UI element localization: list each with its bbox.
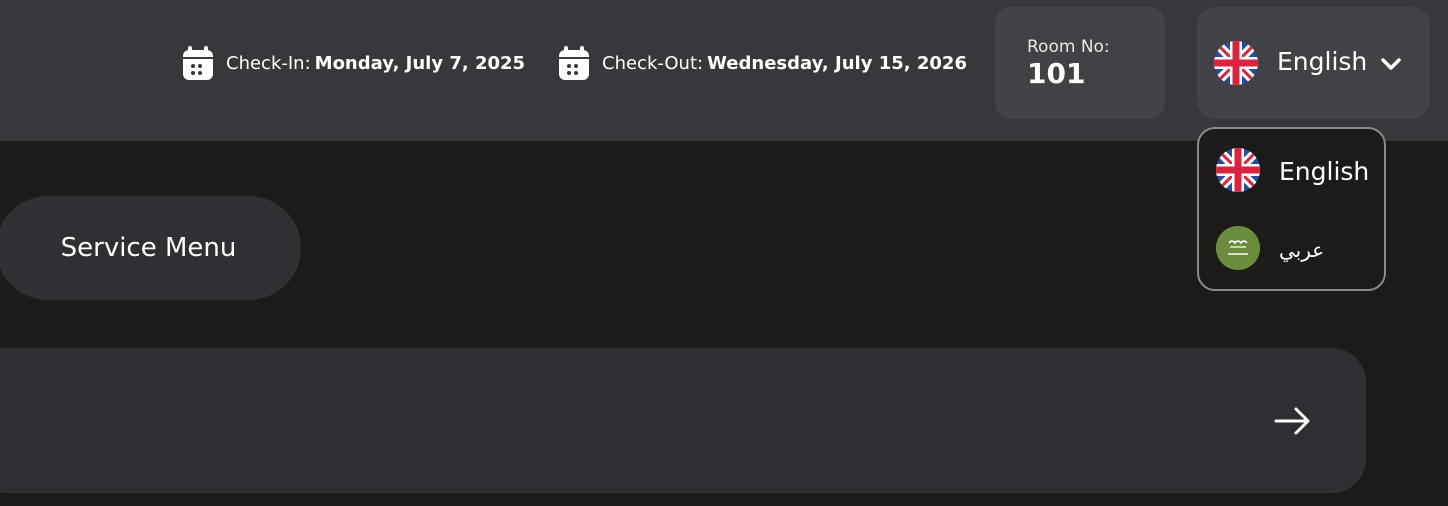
checkout-date: Wednesday, July 15, 2026 xyxy=(707,52,967,74)
checkout-label: Check-Out: xyxy=(602,52,704,74)
message-input[interactable] xyxy=(20,388,1204,450)
room-number-card: Room No: 101 xyxy=(995,7,1165,119)
room-label: Room No: xyxy=(1027,37,1110,57)
checkin-date: Monday, July 7, 2025 xyxy=(314,52,526,74)
language-selector[interactable]: English xyxy=(1197,7,1430,119)
uk-flag-icon xyxy=(1216,148,1260,192)
language-option-label: عربي xyxy=(1279,238,1325,262)
selected-language: English xyxy=(1277,47,1368,76)
room-number: 101 xyxy=(1027,57,1086,90)
saudi-flag-icon xyxy=(1216,226,1260,270)
language-option-english[interactable]: English xyxy=(1199,139,1384,207)
checkin-label: Check-In: xyxy=(226,52,311,74)
chevron-down-icon xyxy=(1381,58,1401,70)
message-bar xyxy=(0,348,1366,493)
top-header: Check-In: Monday, July 7, 2025 Check-Out… xyxy=(0,0,1448,141)
service-menu-label: Service Menu xyxy=(60,233,237,263)
checkin-info: Check-In: Monday, July 7, 2025 xyxy=(182,44,525,82)
service-menu-button[interactable]: Service Menu xyxy=(0,196,301,300)
calendar-icon xyxy=(559,46,589,80)
language-option-label: English xyxy=(1279,157,1370,186)
checkout-info: Check-Out: Wednesday, July 15, 2026 xyxy=(558,44,967,82)
language-dropdown: English عربي xyxy=(1197,127,1386,291)
arrow-right-icon[interactable] xyxy=(1270,398,1316,444)
uk-flag-icon xyxy=(1214,41,1258,85)
calendar-icon xyxy=(183,46,213,80)
language-option-arabic[interactable]: عربي xyxy=(1199,217,1384,285)
